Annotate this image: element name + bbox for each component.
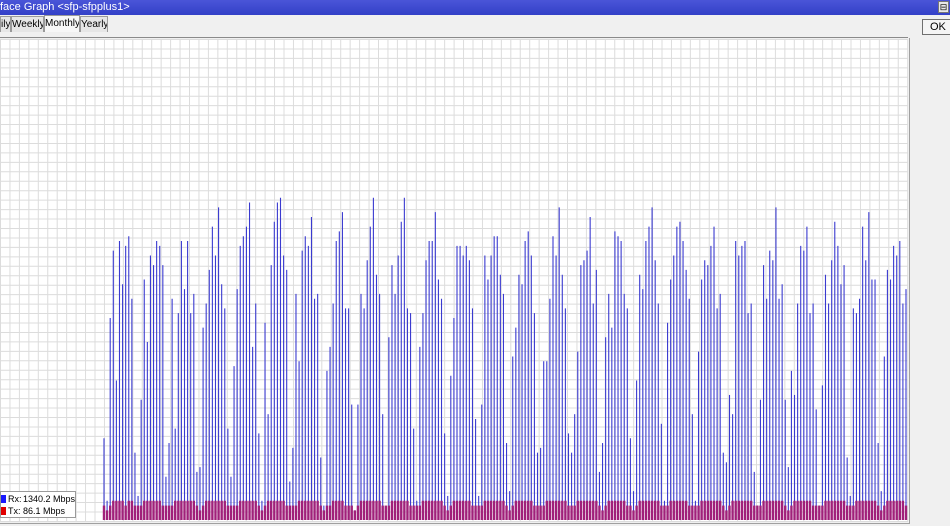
tab-daily[interactable]: ily xyxy=(0,16,11,32)
tab-monthly[interactable]: Monthly xyxy=(44,15,80,32)
rx-series xyxy=(103,197,907,520)
window-title: face Graph <sfp-sfpplus1> xyxy=(0,1,130,13)
tab-weekly[interactable]: Weekly xyxy=(11,16,44,32)
traffic-graph xyxy=(0,39,908,522)
legend-tx-label: Tx: xyxy=(8,506,21,516)
rx-color-swatch xyxy=(1,495,6,503)
legend-rx: Rx: 1340.2 Mbps xyxy=(1,493,76,505)
window-titlebar[interactable]: face Graph <sfp-sfpplus1> ⊟ xyxy=(0,0,950,15)
ok-button[interactable]: OK xyxy=(922,19,950,35)
window-control-icon[interactable]: ⊟ xyxy=(938,1,949,13)
legend-rx-label: Rx: xyxy=(8,494,22,504)
side-panel xyxy=(911,38,950,526)
tx-color-swatch xyxy=(1,507,6,515)
graph-legend: Rx: 1340.2 Mbps Tx: 86.1 Mbps xyxy=(0,491,76,518)
legend-tx-value: 86.1 Mbps xyxy=(23,506,66,516)
tab-yearly[interactable]: Yearly xyxy=(80,16,108,32)
legend-tx: Tx: 86.1 Mbps xyxy=(1,505,76,517)
legend-rx-value: 1340.2 Mbps xyxy=(23,494,76,504)
